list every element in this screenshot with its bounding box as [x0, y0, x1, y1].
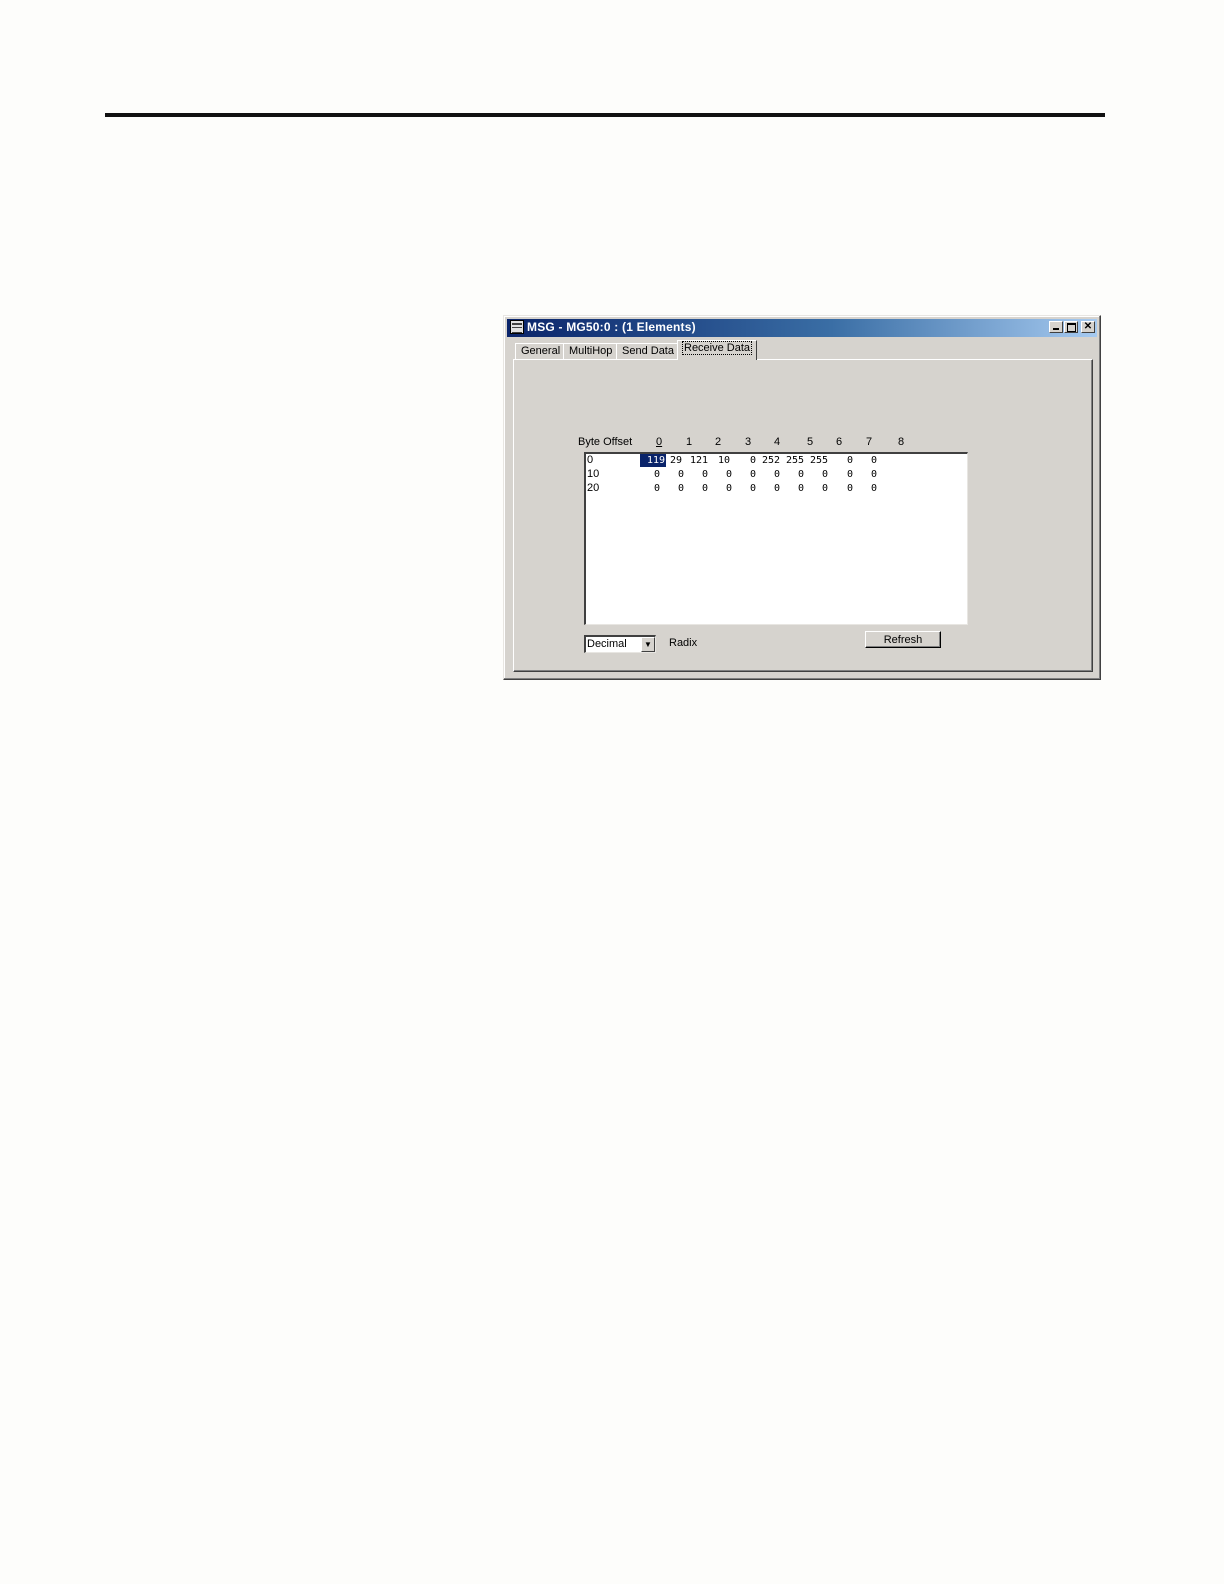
tab-receive-data[interactable]: Receive Data [677, 340, 758, 360]
column-header-4: 4 [774, 436, 781, 448]
chevron-down-icon[interactable]: ▼ [641, 637, 655, 652]
data-cell[interactable]: 29 [658, 454, 682, 467]
data-cell[interactable]: 121 [684, 454, 708, 467]
data-cell[interactable]: 0 [660, 468, 684, 481]
minimize-icon[interactable] [1049, 321, 1063, 333]
data-cell[interactable]: 0 [756, 482, 780, 495]
tab-send-data[interactable]: Send Data [616, 343, 680, 360]
tab-multihop-label: MultiHop [569, 345, 613, 357]
page-top-rule [105, 113, 1105, 117]
column-header-1: 1 [686, 436, 693, 448]
row-offset: 10 [587, 468, 600, 480]
column-header-0: 0 [656, 436, 663, 448]
column-header-8: 8 [898, 436, 905, 448]
column-header-3: 3 [745, 436, 752, 448]
radix-label: Radix [669, 637, 698, 649]
data-cell[interactable]: 0 [804, 468, 828, 481]
data-cell[interactable]: 0 [660, 482, 684, 495]
tab-multihop[interactable]: MultiHop [563, 343, 619, 360]
window-title: MSG - MG50:0 : (1 Elements) [527, 320, 696, 334]
data-cell[interactable]: 0 [780, 468, 804, 481]
data-cell[interactable]: 252 [756, 454, 780, 467]
tab-general-label: General [521, 345, 561, 357]
data-cell[interactable]: 0 [756, 468, 780, 481]
data-cell[interactable]: 0 [636, 468, 660, 481]
close-icon[interactable]: ✕ [1081, 321, 1095, 333]
data-cell[interactable]: 0 [780, 482, 804, 495]
data-cell[interactable]: 0 [804, 482, 828, 495]
msg-dialog-window: MSG - MG50:0 : (1 Elements) ✕ General Mu… [503, 315, 1101, 680]
refresh-button[interactable]: Refresh [865, 631, 941, 648]
column-header-7: 7 [866, 436, 873, 448]
app-icon[interactable] [510, 320, 524, 334]
data-cell[interactable]: 0 [853, 454, 877, 467]
data-cell[interactable]: 0 [853, 468, 877, 481]
table-row[interactable]: 0 119 29 121 10 0 252 255 255 0 0 [586, 454, 967, 467]
data-cell[interactable]: 0 [636, 482, 660, 495]
column-header-6: 6 [836, 436, 843, 448]
tab-general[interactable]: General [515, 343, 567, 360]
data-cell[interactable]: 0 [829, 482, 853, 495]
data-cell[interactable]: 0 [732, 468, 756, 481]
data-cell[interactable]: 10 [706, 454, 730, 467]
byte-data-listbox[interactable]: 0 119 29 121 10 0 252 255 255 0 0 10 0 0… [584, 452, 968, 625]
table-row[interactable]: 10 0 0 0 0 0 0 0 0 0 0 [586, 468, 967, 481]
data-cell[interactable]: 0 [829, 454, 853, 467]
row-offset: 0 [587, 454, 594, 466]
data-cell[interactable]: 255 [804, 454, 828, 467]
radix-select[interactable]: Decimal ▼ [584, 635, 656, 653]
title-bar[interactable]: MSG - MG50:0 : (1 Elements) ✕ [507, 319, 1097, 337]
row-offset: 20 [587, 482, 600, 494]
column-header-5: 5 [807, 436, 814, 448]
tab-send-data-label: Send Data [622, 345, 674, 357]
data-cell[interactable]: 0 [853, 482, 877, 495]
byte-offset-header: Byte Offset [578, 436, 633, 448]
data-cell[interactable]: 0 [732, 454, 756, 467]
column-header-2: 2 [715, 436, 722, 448]
table-row[interactable]: 20 0 0 0 0 0 0 0 0 0 0 [586, 482, 967, 495]
data-cell[interactable]: 0 [708, 468, 732, 481]
radix-select-value: Decimal [587, 638, 627, 650]
data-cell[interactable]: 0 [732, 482, 756, 495]
grid-header: Byte Offset 0 1 2 3 4 5 6 7 8 [514, 436, 1092, 450]
data-cell[interactable]: 0 [684, 468, 708, 481]
data-cell[interactable]: 0 [684, 482, 708, 495]
receive-data-panel: Byte Offset 0 1 2 3 4 5 6 7 8 0 119 29 1… [513, 359, 1093, 672]
data-cell[interactable]: 0 [829, 468, 853, 481]
maximize-icon[interactable] [1064, 321, 1078, 333]
data-cell[interactable]: 0 [708, 482, 732, 495]
tab-receive-data-label: Receive Data [681, 341, 753, 355]
data-cell[interactable]: 255 [780, 454, 804, 467]
